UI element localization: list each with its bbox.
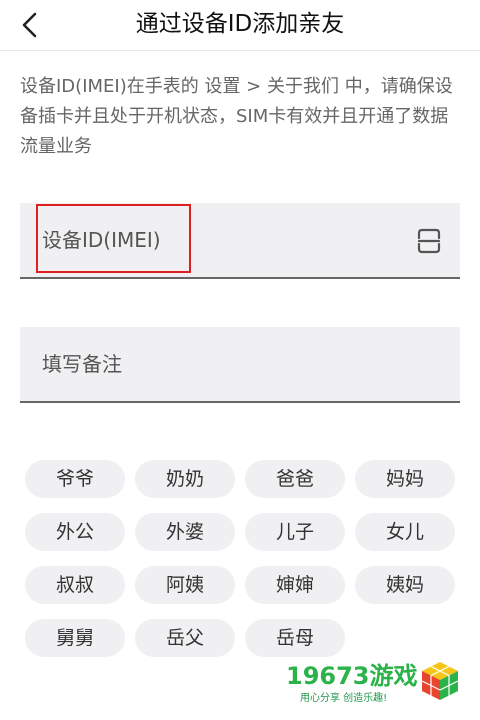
relation-chip-mom[interactable]: 妈妈 [355,460,455,498]
watermark-logo: 19673游戏 用心分享 创造乐趣! [286,656,472,716]
header-divider [0,50,480,51]
relation-chip-mother-in-law[interactable]: 岳母 [245,619,345,657]
cube-logo-icon [421,662,459,700]
relation-chip-grandma-maternal[interactable]: 外婆 [135,513,235,551]
scan-button[interactable] [416,227,442,255]
relation-chip-daughter[interactable]: 女儿 [355,513,455,551]
page-title: 通过设备ID添加亲友 [135,11,345,37]
relation-chip-father-in-law[interactable]: 岳父 [135,619,235,657]
relation-chip-grid: 爷爷 奶奶 爸爸 妈妈 外公 外婆 儿子 女儿 叔叔 阿姨 婶婶 姨妈 舅舅 岳… [25,460,457,657]
relation-chip-uncle[interactable]: 叔叔 [25,566,125,604]
relation-chip-grandpa-maternal[interactable]: 外公 [25,513,125,551]
relation-chip-aunt[interactable]: 阿姨 [135,566,235,604]
instruction-text: 设备ID(IMEI)在手表的 设置 > 关于我们 中，请确保设备插卡并且处于开机… [20,76,453,157]
relation-chip-son[interactable]: 儿子 [245,513,345,551]
header-bar: 通过设备ID添加亲友 [0,0,480,50]
watermark-title: 19673游戏 [286,662,418,690]
relation-chip-dad[interactable]: 爸爸 [245,460,345,498]
relation-chip-grandma-paternal[interactable]: 奶奶 [135,460,235,498]
remark-input[interactable] [20,327,400,401]
relation-chip-maternal-aunt[interactable]: 姨妈 [355,566,455,604]
watermark-slogan: 用心分享 创造乐趣! [300,693,388,704]
scan-icon [417,228,441,254]
remark-field [20,327,460,403]
device-id-input[interactable] [20,203,400,277]
device-id-field [20,203,460,279]
relation-chip-aunt-in-law[interactable]: 婶婶 [245,566,345,604]
relation-chip-grandpa-paternal[interactable]: 爷爷 [25,460,125,498]
relation-chip-maternal-uncle[interactable]: 舅舅 [25,619,125,657]
